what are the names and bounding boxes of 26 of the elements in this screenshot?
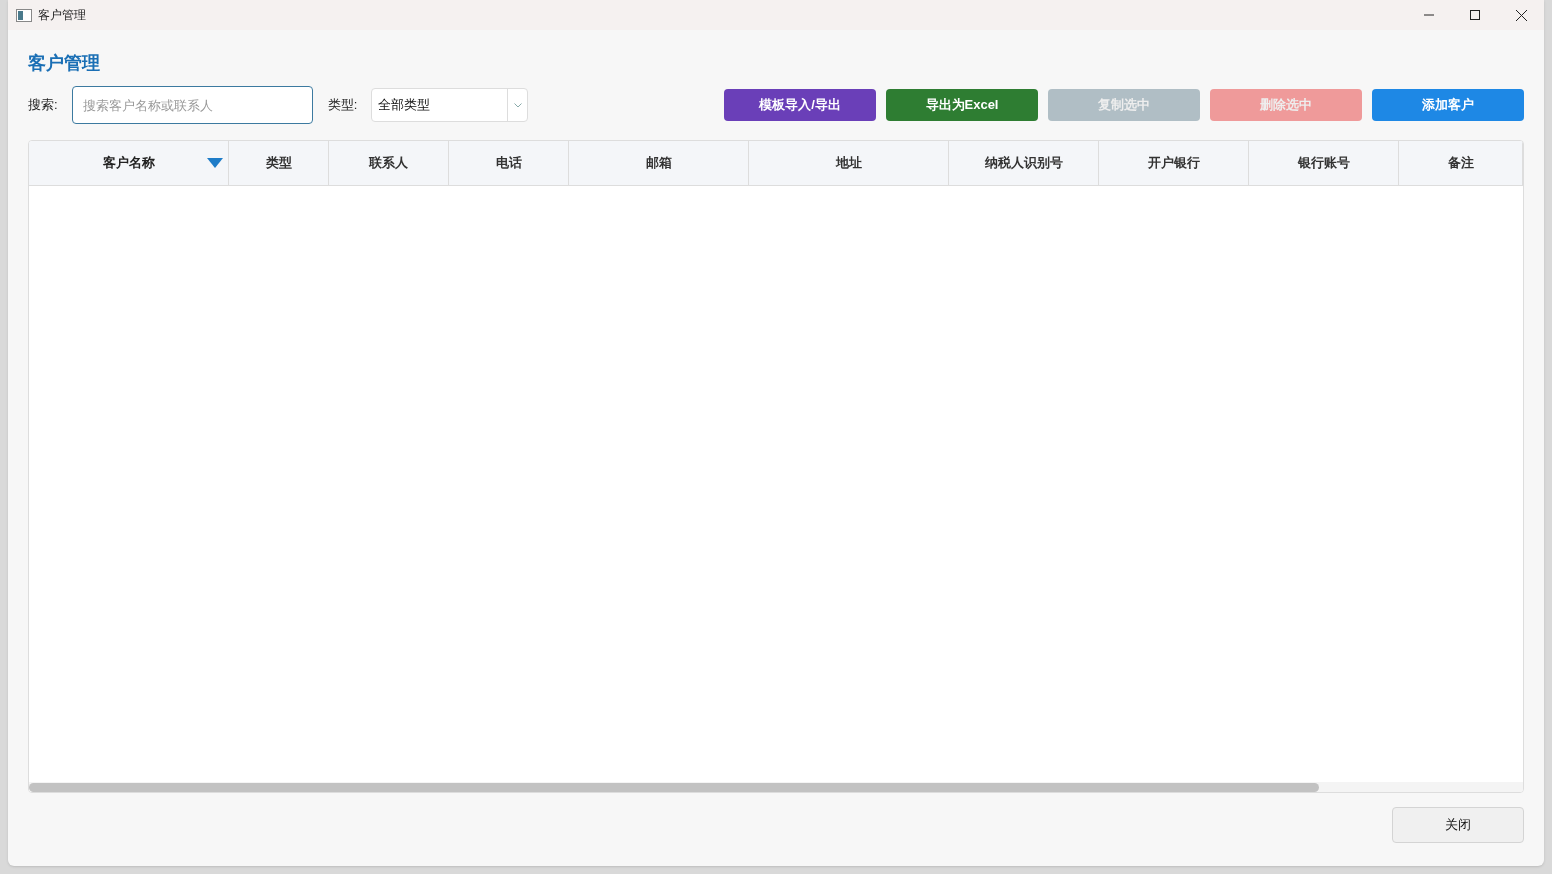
toolbar-button[interactable]: 导出为Excel: [886, 89, 1038, 121]
type-dropdown[interactable]: 全部类型: [371, 88, 529, 122]
page-heading: 客户管理: [28, 52, 100, 75]
column-header[interactable]: 开户银行: [1099, 141, 1249, 185]
column-header[interactable]: 联系人: [329, 141, 449, 185]
chevron-down-icon: [513, 102, 522, 108]
toolbar-button[interactable]: 模板导入/导出: [724, 89, 876, 121]
column-header[interactable]: 纳税人识别号: [949, 141, 1099, 185]
toolbar-button[interactable]: 添加客户: [1372, 89, 1524, 121]
column-header[interactable]: 备注: [1399, 141, 1523, 185]
search-label: 搜索:: [28, 96, 58, 115]
close-icon: [1515, 9, 1527, 21]
app-icon: [16, 8, 32, 22]
column-header[interactable]: 类型: [229, 141, 329, 185]
column-header[interactable]: 电话: [449, 141, 569, 185]
column-header[interactable]: 邮箱: [569, 141, 749, 185]
close-dialog-button[interactable]: 关闭: [1392, 807, 1524, 843]
column-header[interactable]: 银行账号: [1249, 141, 1399, 185]
column-header[interactable]: 地址: [749, 141, 949, 185]
maximize-icon: [1470, 10, 1480, 20]
column-header[interactable]: 客户名称: [29, 141, 229, 185]
type-label: 类型:: [327, 96, 358, 115]
scrollbar-thumb[interactable]: [29, 782, 1319, 792]
window-title: 客户管理: [38, 7, 86, 24]
sort-arrow-icon: [207, 158, 223, 168]
search-field[interactable]: 搜索客户名称或联系人: [71, 86, 313, 124]
